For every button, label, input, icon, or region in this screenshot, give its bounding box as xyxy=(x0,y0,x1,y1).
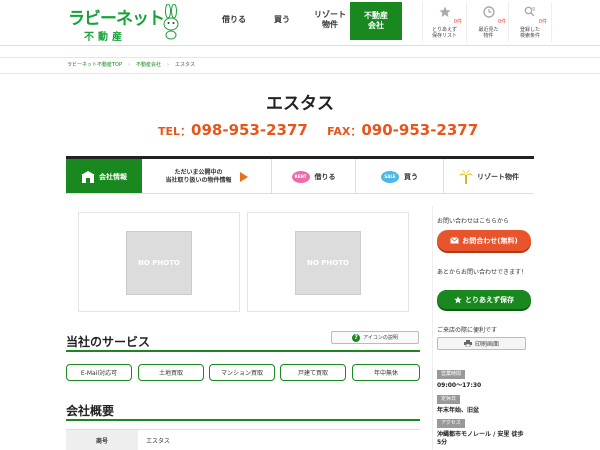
breadcrumb: ラビーネット不動産TOP › 不動産会社 › エスタス xyxy=(0,57,600,74)
building-icon xyxy=(81,170,95,183)
contact-numbers: TEL：098-953-2377 FAX：090-953-2377 xyxy=(158,121,478,139)
tab-listings[interactable]: ただいま公開中の 当社取り扱いの物件情報 xyxy=(142,159,272,194)
print-button-label: 印刷画面 xyxy=(474,341,499,348)
photo-card: NO PHOTO xyxy=(247,212,409,312)
access-value: 沖縄都市モノレール / 安里 徒歩 5分 xyxy=(437,431,524,446)
logo-subtext: 不動産 xyxy=(84,32,126,43)
fax-label: FAX： xyxy=(327,125,362,138)
question-icon: ? xyxy=(352,333,361,342)
tab-listings-label: ただいま公開中の 当社取り扱いの物件情報 xyxy=(165,168,232,184)
tab-company-info[interactable]: 会社情報 xyxy=(66,159,142,194)
star-icon xyxy=(454,295,462,303)
print-button[interactable]: 印刷画面 xyxy=(437,337,526,350)
tab-rent-label: 借りる xyxy=(314,172,336,181)
save-button-label: とりあえず保存 xyxy=(465,295,514,304)
arrow-right-icon xyxy=(239,171,248,182)
clock-icon xyxy=(482,6,495,18)
tab-resort[interactable]: リゾート物件 xyxy=(444,159,534,194)
holiday-label: 定休日 xyxy=(437,395,461,404)
overview-row: 商号 エスタス xyxy=(66,429,420,450)
hours-value: 09:00～17:30 xyxy=(437,382,482,389)
sidebar: お問い合わせはこちらから お問合わせ(無料) あとからお問い合わせできます！ と… xyxy=(432,206,534,450)
overview-divider xyxy=(66,419,420,421)
save-note: あとからお問い合わせできます！ xyxy=(437,269,528,276)
recent-label: 最近見た 物件 xyxy=(478,27,499,39)
service-tag-land: 土地買取 xyxy=(138,364,204,381)
nav-rent-label: 借りる xyxy=(222,15,246,24)
service-tag-email: E-Mail対応可 xyxy=(66,364,132,381)
search-label: 登録した 検索条件 xyxy=(519,27,540,39)
tab-resort-label: リゾート物件 xyxy=(477,172,519,181)
save-button[interactable]: とりあえず保存 xyxy=(437,290,531,309)
inquiry-button-label: お問合わせ(無料) xyxy=(462,236,518,245)
service-tag-open-all-year: 年中無休 xyxy=(352,364,420,381)
mail-icon xyxy=(450,237,460,244)
hours-label: 営業時間 xyxy=(437,370,466,379)
service-tag-house: 戸建て買取 xyxy=(280,364,346,381)
star-icon xyxy=(438,6,451,17)
rabbit-icon xyxy=(163,4,179,40)
print-note: ご来店の際に便利です xyxy=(437,327,498,334)
tel-label: TEL： xyxy=(158,125,192,138)
tab-buy-label: 買う xyxy=(404,172,418,181)
breadcrumb-separator: › xyxy=(167,62,170,68)
palm-tree-icon xyxy=(459,169,473,184)
services-heading: 当社のサービス xyxy=(66,335,151,349)
logo-text: ラビーネット xyxy=(68,9,165,29)
nav-resort[interactable]: リゾート 物件 xyxy=(310,0,350,40)
recent-count: 0件 xyxy=(497,19,506,25)
sale-badge-icon: SALE xyxy=(381,170,399,183)
nav-resort-label: リゾート 物件 xyxy=(314,10,346,29)
icon-help-label: アイコンの説明 xyxy=(363,335,398,341)
company-tabbar: 会社情報 ただいま公開中の 当社取り扱いの物件情報 RENT 借りる SALE … xyxy=(66,156,534,194)
tab-buy[interactable]: SALE 買う xyxy=(356,159,444,194)
saved-label: とりあえず 保存リスト xyxy=(431,27,457,39)
access-label: アクセス xyxy=(437,419,465,428)
service-tag-mansion: マンション買取 xyxy=(209,364,275,381)
breadcrumb-separator: › xyxy=(128,62,131,68)
breadcrumb-companies[interactable]: 不動産会社 xyxy=(136,62,161,68)
fax-number: 090-953-2377 xyxy=(361,121,479,139)
printer-icon xyxy=(463,340,472,347)
photo-card: NO PHOTO xyxy=(78,212,240,312)
page-title: エスタス xyxy=(266,94,334,114)
no-photo-placeholder: NO PHOTO xyxy=(295,231,361,295)
overview-th: 商号 xyxy=(66,430,138,450)
inquiry-button[interactable]: お問合わせ(無料) xyxy=(437,230,531,251)
nav-rent[interactable]: 借りる xyxy=(216,0,252,40)
no-photo-placeholder: NO PHOTO xyxy=(126,231,192,295)
search-count: 0件 xyxy=(538,19,547,25)
nav-company-label: 不動産 会社 xyxy=(364,11,388,30)
tabbar-divider xyxy=(66,193,534,194)
overview-td: エスタス xyxy=(146,438,171,445)
search-list-icon xyxy=(524,6,535,17)
saved-search-link[interactable]: 0件 登録した 検索条件 xyxy=(508,2,552,42)
recent-link[interactable]: 0件 最近見た 物件 xyxy=(466,2,510,42)
nav-buy[interactable]: 買う xyxy=(264,0,300,40)
icon-help-button[interactable]: ? アイコンの説明 xyxy=(331,331,419,344)
tab-rent[interactable]: RENT 借りる xyxy=(272,159,356,194)
inquiry-note: お問い合わせはこちらから xyxy=(437,218,510,225)
saved-list-link[interactable]: 0件 とりあえず 保存リスト xyxy=(422,2,466,42)
breadcrumb-top[interactable]: ラビーネット不動産TOP xyxy=(67,62,122,68)
holiday-value: 年末年始、旧盆 xyxy=(437,407,480,414)
rent-badge-icon: RENT xyxy=(291,170,310,183)
site-header: ラビーネット 不動産 借りる 買う リゾート 物件 不動産 会社 0件 とりあえ… xyxy=(0,0,600,46)
nav-company[interactable]: 不動産 会社 xyxy=(350,2,402,40)
services-divider xyxy=(66,350,420,352)
tab-company-info-label: 会社情報 xyxy=(99,172,127,181)
saved-count: 0件 xyxy=(453,19,462,25)
site-logo[interactable]: ラビーネット 不動産 xyxy=(68,4,183,43)
breadcrumb-current: エスタス xyxy=(175,62,196,68)
tel-number[interactable]: 098-953-2377 xyxy=(191,121,308,139)
page: ラビーネット 不動産 借りる 買う リゾート 物件 不動産 会社 0件 とりあえ… xyxy=(0,0,600,450)
nav-buy-label: 買う xyxy=(274,15,290,24)
overview-heading: 会社概要 xyxy=(66,404,115,418)
